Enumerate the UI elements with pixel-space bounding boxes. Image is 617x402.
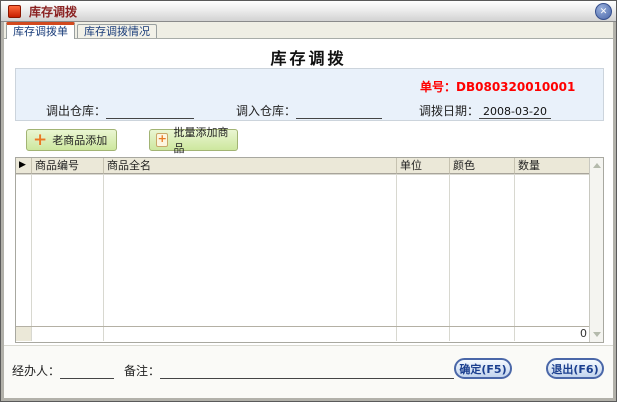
footer-cell xyxy=(32,327,104,341)
order-number-value: DB080320010001 xyxy=(456,80,575,94)
order-number: 单号：DB080320010001 xyxy=(420,78,575,95)
plus-icon: + xyxy=(33,133,47,147)
order-number-label: 单号： xyxy=(420,80,456,94)
exit-button-label: 退出(F6) xyxy=(551,361,598,377)
remarks-group: 备注： xyxy=(124,362,454,379)
table-cell xyxy=(515,174,591,328)
tab-transfer-form-label: 库存调拨单 xyxy=(13,25,68,38)
out-warehouse-group: 调出仓库： xyxy=(46,102,194,119)
handler-group: 经办人： xyxy=(12,362,114,379)
transfer-date-field[interactable]: 2008-03-20 xyxy=(479,105,551,119)
table-cell xyxy=(16,174,32,328)
out-warehouse-label: 调出仓库： xyxy=(46,104,106,118)
vertical-scrollbar[interactable] xyxy=(589,158,603,342)
table-footer: 0 xyxy=(16,326,591,342)
table-cell xyxy=(397,174,450,328)
footer-selector-cell xyxy=(16,327,32,341)
transfer-date-group: 调拨日期：2008-03-20 xyxy=(419,102,551,119)
transfer-info-panel: 单号：DB080320010001 调出仓库： 调入仓库： 调拨日期：2008-… xyxy=(15,68,604,121)
batch-add-product-label: 批量添加商品 xyxy=(173,124,231,156)
scroll-down-icon[interactable] xyxy=(593,332,601,337)
table-body xyxy=(16,174,591,328)
plus-box-icon: + xyxy=(156,133,168,147)
table-row[interactable]: ▶ xyxy=(16,158,591,175)
app-icon xyxy=(8,5,21,18)
in-warehouse-label: 调入仓库： xyxy=(236,104,296,118)
table-cell xyxy=(104,174,397,328)
footer-cell xyxy=(104,327,397,341)
close-icon: ✕ xyxy=(600,7,608,17)
in-warehouse-field[interactable] xyxy=(296,105,382,119)
remarks-label: 备注： xyxy=(124,364,160,378)
tab-content: 库存调拨 单号：DB080320010001 调出仓库： 调入仓库： 调拨日期：… xyxy=(4,39,613,398)
transfer-date-label: 调拨日期： xyxy=(419,104,479,118)
exit-button[interactable]: 退出(F6) xyxy=(546,358,604,379)
footer-cell xyxy=(450,327,515,341)
close-button[interactable]: ✕ xyxy=(595,3,612,20)
confirm-button-label: 确定(F5) xyxy=(459,361,506,377)
confirm-button[interactable]: 确定(F5) xyxy=(454,358,512,379)
tab-transfer-form[interactable]: 库存调拨单 xyxy=(6,22,75,39)
table-cell xyxy=(450,174,515,328)
window-title: 库存调拨 xyxy=(29,3,77,20)
add-old-product-label: 老商品添加 xyxy=(52,132,107,148)
footer-cell xyxy=(397,327,450,341)
add-old-product-button[interactable]: + 老商品添加 xyxy=(26,129,117,151)
page-title: 库存调拨 xyxy=(4,45,613,69)
tab-transfer-status[interactable]: 库存调拨情况 xyxy=(77,24,157,38)
batch-add-product-button[interactable]: + 批量添加商品 xyxy=(149,129,238,151)
table-cell xyxy=(32,174,104,328)
handler-field[interactable] xyxy=(60,365,114,379)
quantity-total: 0 xyxy=(515,327,591,341)
title-bar: 库存调拨 ✕ xyxy=(1,1,616,22)
in-warehouse-group: 调入仓库： xyxy=(236,102,382,119)
tab-transfer-status-label: 库存调拨情况 xyxy=(84,25,150,38)
handler-label: 经办人： xyxy=(12,364,60,378)
product-table: 商品编号 商品全名 单位 颜色 数量 ▶ xyxy=(15,157,604,343)
out-warehouse-field[interactable] xyxy=(106,105,194,119)
scroll-up-icon[interactable] xyxy=(593,163,601,168)
inventory-transfer-window: 库存调拨 ✕ 库存调拨单 库存调拨情况 库存调拨 单号：DB0803200100… xyxy=(0,0,617,402)
row-marker-icon: ▶ xyxy=(19,160,26,170)
bottom-bar: 经办人： 备注： 确定(F5) 退出(F6) xyxy=(4,345,613,398)
remarks-field[interactable] xyxy=(160,365,454,379)
app-area: 库存调拨单 库存调拨情况 库存调拨 单号：DB080320010001 调出仓库… xyxy=(4,22,613,398)
tab-bar: 库存调拨单 库存调拨情况 xyxy=(4,22,613,39)
